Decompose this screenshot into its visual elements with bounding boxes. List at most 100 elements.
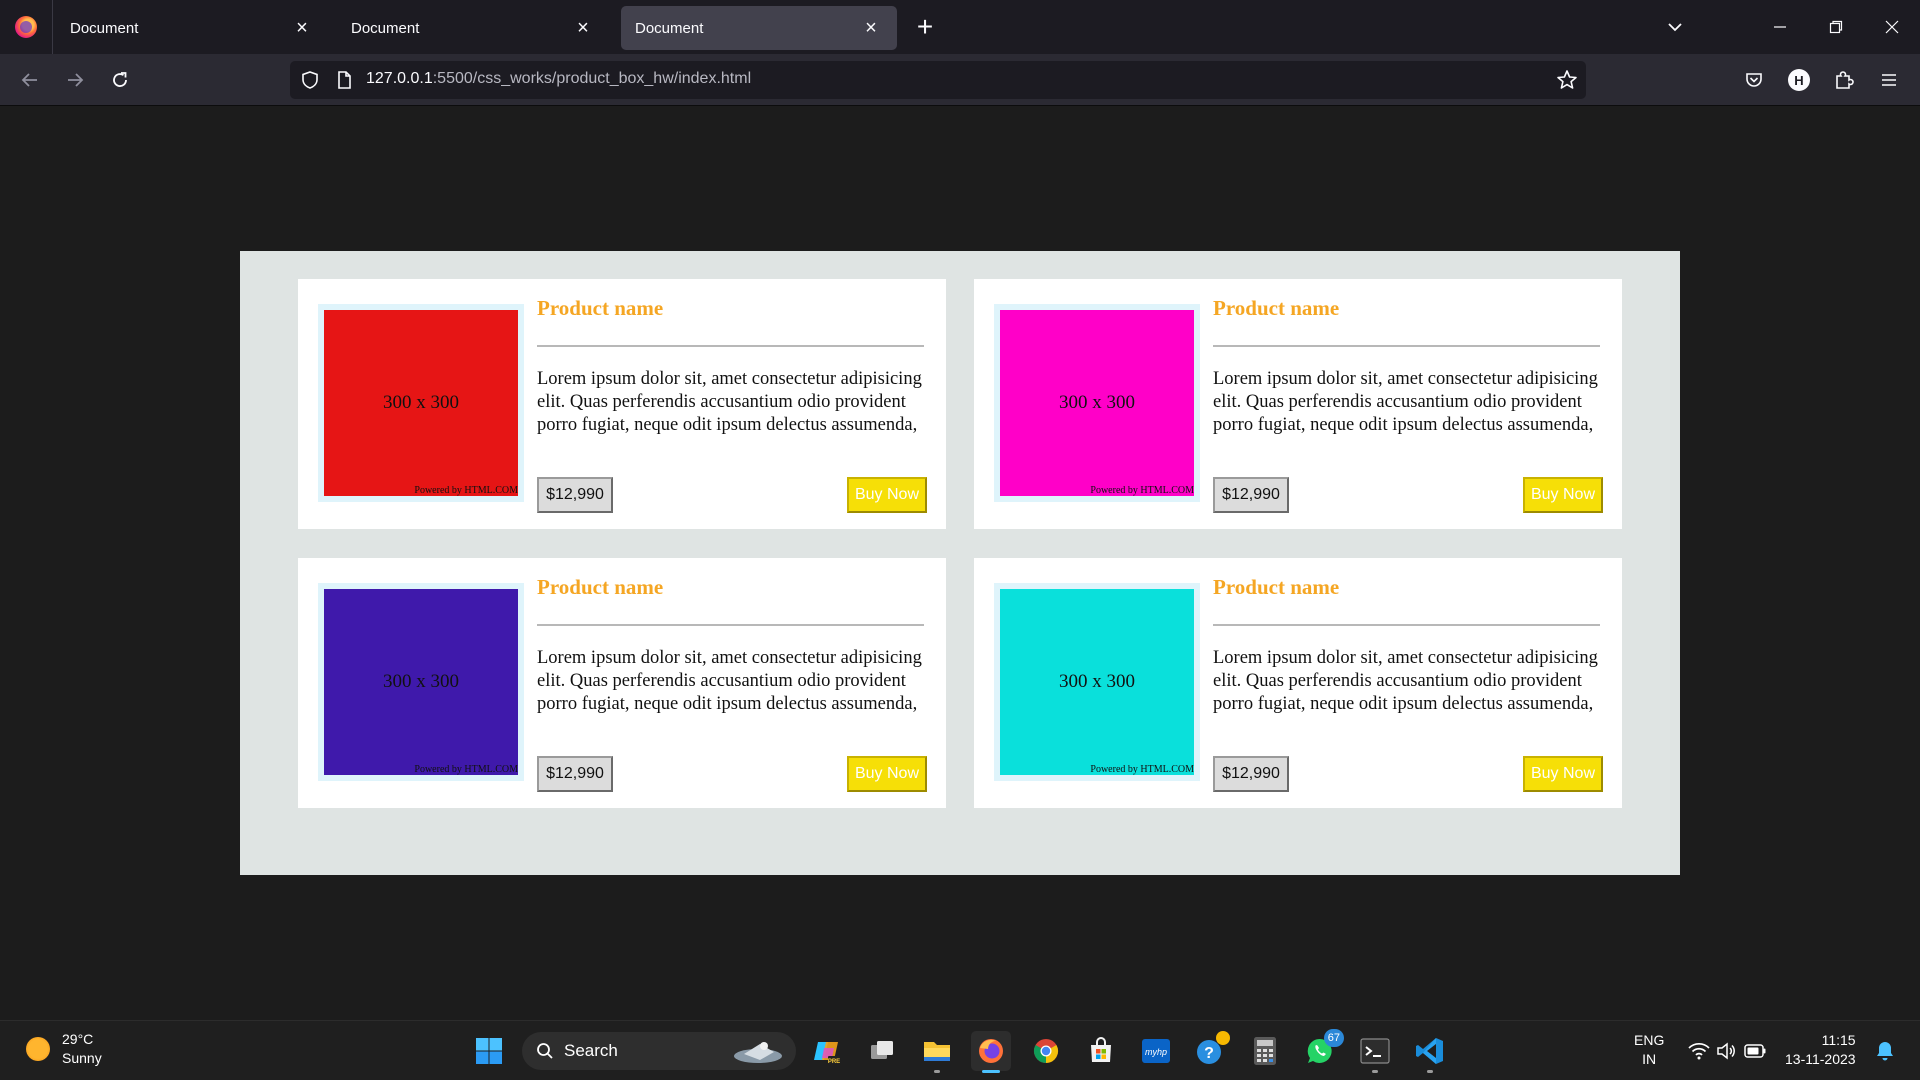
- tab-3-active[interactable]: Document ×: [621, 6, 897, 50]
- price-button[interactable]: $12,990: [537, 477, 613, 513]
- bell-icon: [1877, 1042, 1893, 1061]
- app-menu-button[interactable]: [1873, 64, 1905, 96]
- account-button[interactable]: H: [1783, 64, 1815, 96]
- image-size-label: 300 x 300: [383, 671, 459, 692]
- back-button[interactable]: [12, 62, 48, 98]
- pocket-button[interactable]: [1738, 64, 1770, 96]
- hamburger-menu-icon: [1882, 74, 1896, 86]
- wifi-icon: [1688, 1042, 1710, 1060]
- reload-button[interactable]: [102, 62, 138, 98]
- arrow-right-icon: [68, 73, 84, 87]
- address-bar[interactable]: 127.0.0.1:5500/css_works/product_box_hw/…: [290, 61, 1586, 99]
- clock-time: 11:15: [1821, 1032, 1856, 1048]
- myhp-icon[interactable]: myhp: [1136, 1031, 1176, 1071]
- weather-widget[interactable]: 29°C Sunny: [26, 1030, 102, 1068]
- calculator-icon[interactable]: [1245, 1031, 1285, 1071]
- close-icon[interactable]: ×: [571, 16, 595, 40]
- minimize-button[interactable]: [1752, 0, 1808, 54]
- buy-now-button[interactable]: Buy Now: [1523, 756, 1603, 792]
- price-button[interactable]: $12,990: [1213, 477, 1289, 513]
- notification-dot: [1216, 1031, 1230, 1045]
- task-view-icon[interactable]: [862, 1031, 902, 1071]
- reload-icon: [113, 72, 127, 87]
- price-button[interactable]: $12,990: [537, 756, 613, 792]
- product-image: 300 x 300 Powered by HTML.COM: [1000, 589, 1194, 775]
- powered-by-text: Powered by HTML.COM: [414, 485, 518, 496]
- puzzle-icon: [1836, 71, 1854, 89]
- new-tab-button[interactable]: +: [908, 10, 942, 44]
- tab-title: Document: [351, 19, 420, 37]
- powered-by-text: Powered by HTML.COM: [1090, 764, 1194, 775]
- divider: [537, 345, 924, 347]
- taskbar-search[interactable]: Search: [522, 1032, 796, 1070]
- clock[interactable]: 11:15 13-11-2023: [1785, 1031, 1856, 1069]
- search-highlight-icon: [734, 1042, 782, 1063]
- restore-button[interactable]: [1808, 0, 1864, 54]
- svg-text:?: ?: [1204, 1045, 1214, 1062]
- lang-line2: IN: [1642, 1051, 1657, 1067]
- svg-text:PRE: PRE: [828, 1059, 840, 1065]
- tab-2[interactable]: Document ×: [337, 6, 609, 50]
- product-card: 300 x 300 Powered by HTML.COM Product na…: [974, 279, 1622, 529]
- page-viewport: 300 x 300 Powered by HTML.COM Product na…: [0, 106, 1920, 1020]
- product-description: Lorem ipsum dolor sit, amet consectetur …: [1213, 369, 1598, 435]
- vscode-icon[interactable]: [1410, 1031, 1450, 1073]
- product-image: 300 x 300 Powered by HTML.COM: [1000, 310, 1194, 496]
- page-icon[interactable]: [334, 70, 354, 90]
- language-indicator[interactable]: ENG IN: [1634, 1031, 1664, 1069]
- bookmark-star-icon[interactable]: [1556, 69, 1578, 91]
- search-label: Search: [564, 1041, 618, 1060]
- arrow-left-icon: [21, 73, 37, 87]
- buy-now-button[interactable]: Buy Now: [847, 477, 927, 513]
- divider: [1213, 345, 1600, 347]
- svg-text:myhp: myhp: [1145, 1047, 1167, 1057]
- products-container: 300 x 300 Powered by HTML.COM Product na…: [240, 251, 1680, 875]
- image-size-label: 300 x 300: [1059, 392, 1135, 413]
- powered-by-text: Powered by HTML.COM: [414, 764, 518, 775]
- copilot-icon[interactable]: PRE: [807, 1031, 847, 1071]
- product-image: 300 x 300 Powered by HTML.COM: [324, 310, 518, 496]
- chevron-down-icon: [1668, 23, 1682, 32]
- product-card: 300 x 300 Powered by HTML.COM Product na…: [298, 279, 946, 529]
- whatsapp-icon[interactable]: 67: [1300, 1029, 1344, 1071]
- tab-title: Document: [70, 19, 139, 37]
- notifications-button[interactable]: [1865, 1031, 1905, 1071]
- product-description: Lorem ipsum dolor sit, amet consectetur …: [1213, 648, 1598, 714]
- price-button[interactable]: $12,990: [1213, 756, 1289, 792]
- file-explorer-icon[interactable]: [917, 1031, 957, 1073]
- shield-icon[interactable]: [300, 70, 320, 90]
- product-image: 300 x 300 Powered by HTML.COM: [324, 589, 518, 775]
- lang-line1: ENG: [1634, 1032, 1665, 1048]
- chrome-icon[interactable]: [1026, 1031, 1066, 1071]
- firefox-menu-icon[interactable]: [0, 0, 53, 54]
- pocket-icon: [1746, 73, 1762, 87]
- powered-by-text: Powered by HTML.COM: [1090, 485, 1194, 496]
- buy-now-button[interactable]: Buy Now: [847, 756, 927, 792]
- forward-button[interactable]: [57, 62, 93, 98]
- list-all-tabs-button[interactable]: [1660, 12, 1690, 42]
- extensions-button[interactable]: [1828, 64, 1860, 96]
- clock-date: 13-11-2023: [1785, 1051, 1856, 1067]
- navigation-toolbar: 127.0.0.1:5500/css_works/product_box_hw/…: [0, 54, 1920, 106]
- close-window-button[interactable]: [1864, 0, 1920, 54]
- url-text[interactable]: 127.0.0.1:5500/css_works/product_box_hw/…: [366, 70, 751, 88]
- running-indicator: [934, 1070, 940, 1073]
- terminal-icon[interactable]: [1355, 1031, 1395, 1073]
- minimize-icon: [1774, 26, 1786, 28]
- sun-icon: [26, 1037, 50, 1061]
- tab-1[interactable]: Document ×: [56, 6, 328, 50]
- image-size-label: 300 x 300: [383, 392, 459, 413]
- windows-start-icon[interactable]: [469, 1031, 509, 1071]
- product-image-frame: 300 x 300 Powered by HTML.COM: [318, 583, 524, 781]
- close-icon[interactable]: ×: [290, 16, 314, 40]
- get-help-icon[interactable]: ?: [1190, 1031, 1230, 1071]
- ms-store-icon[interactable]: [1081, 1031, 1121, 1071]
- firefox-icon[interactable]: [971, 1031, 1011, 1073]
- product-card: 300 x 300 Powered by HTML.COM Product na…: [974, 558, 1622, 808]
- buy-now-button[interactable]: Buy Now: [1523, 477, 1603, 513]
- tab-title: Document: [635, 19, 704, 37]
- system-tray-quick-settings[interactable]: [1677, 1031, 1777, 1071]
- running-indicator: [1372, 1070, 1378, 1073]
- product-image-frame: 300 x 300 Powered by HTML.COM: [994, 304, 1200, 502]
- close-icon[interactable]: ×: [859, 16, 883, 40]
